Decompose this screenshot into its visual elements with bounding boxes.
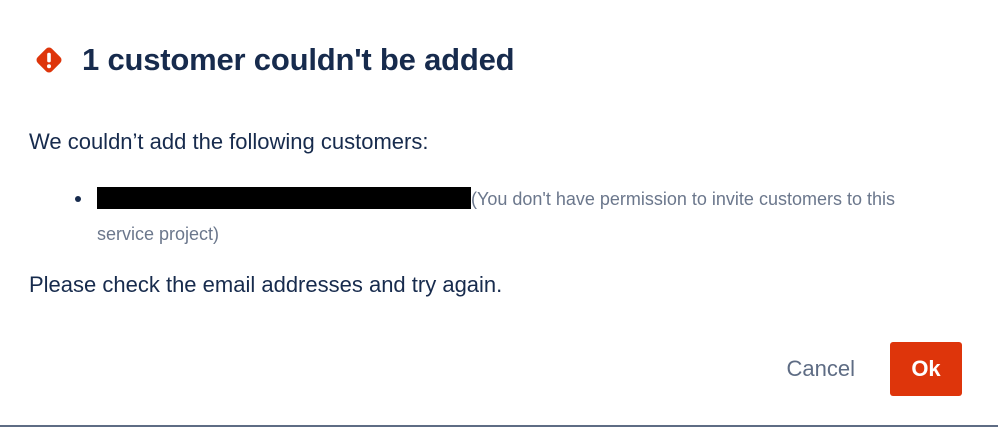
warning-icon — [36, 47, 62, 73]
redacted-email — [97, 187, 471, 209]
instruction-text: Please check the email addresses and try… — [29, 272, 503, 297]
error-dialog: 1 customer couldn't be added We couldn’t… — [0, 0, 998, 427]
dialog-actions: Cancel Ok — [770, 342, 962, 396]
cancel-button[interactable]: Cancel — [770, 342, 872, 396]
list-item: (You don't have permission to invite cus… — [75, 182, 955, 252]
dialog-header: 1 customer couldn't be added — [34, 38, 515, 82]
failed-customers-list: (You don't have permission to invite cus… — [75, 182, 955, 252]
intro-text: We couldn’t add the following customers: — [29, 129, 429, 154]
dialog-title: 1 customer couldn't be added — [82, 42, 515, 77]
ok-button[interactable]: Ok — [890, 342, 962, 396]
bullet-icon — [75, 196, 81, 202]
